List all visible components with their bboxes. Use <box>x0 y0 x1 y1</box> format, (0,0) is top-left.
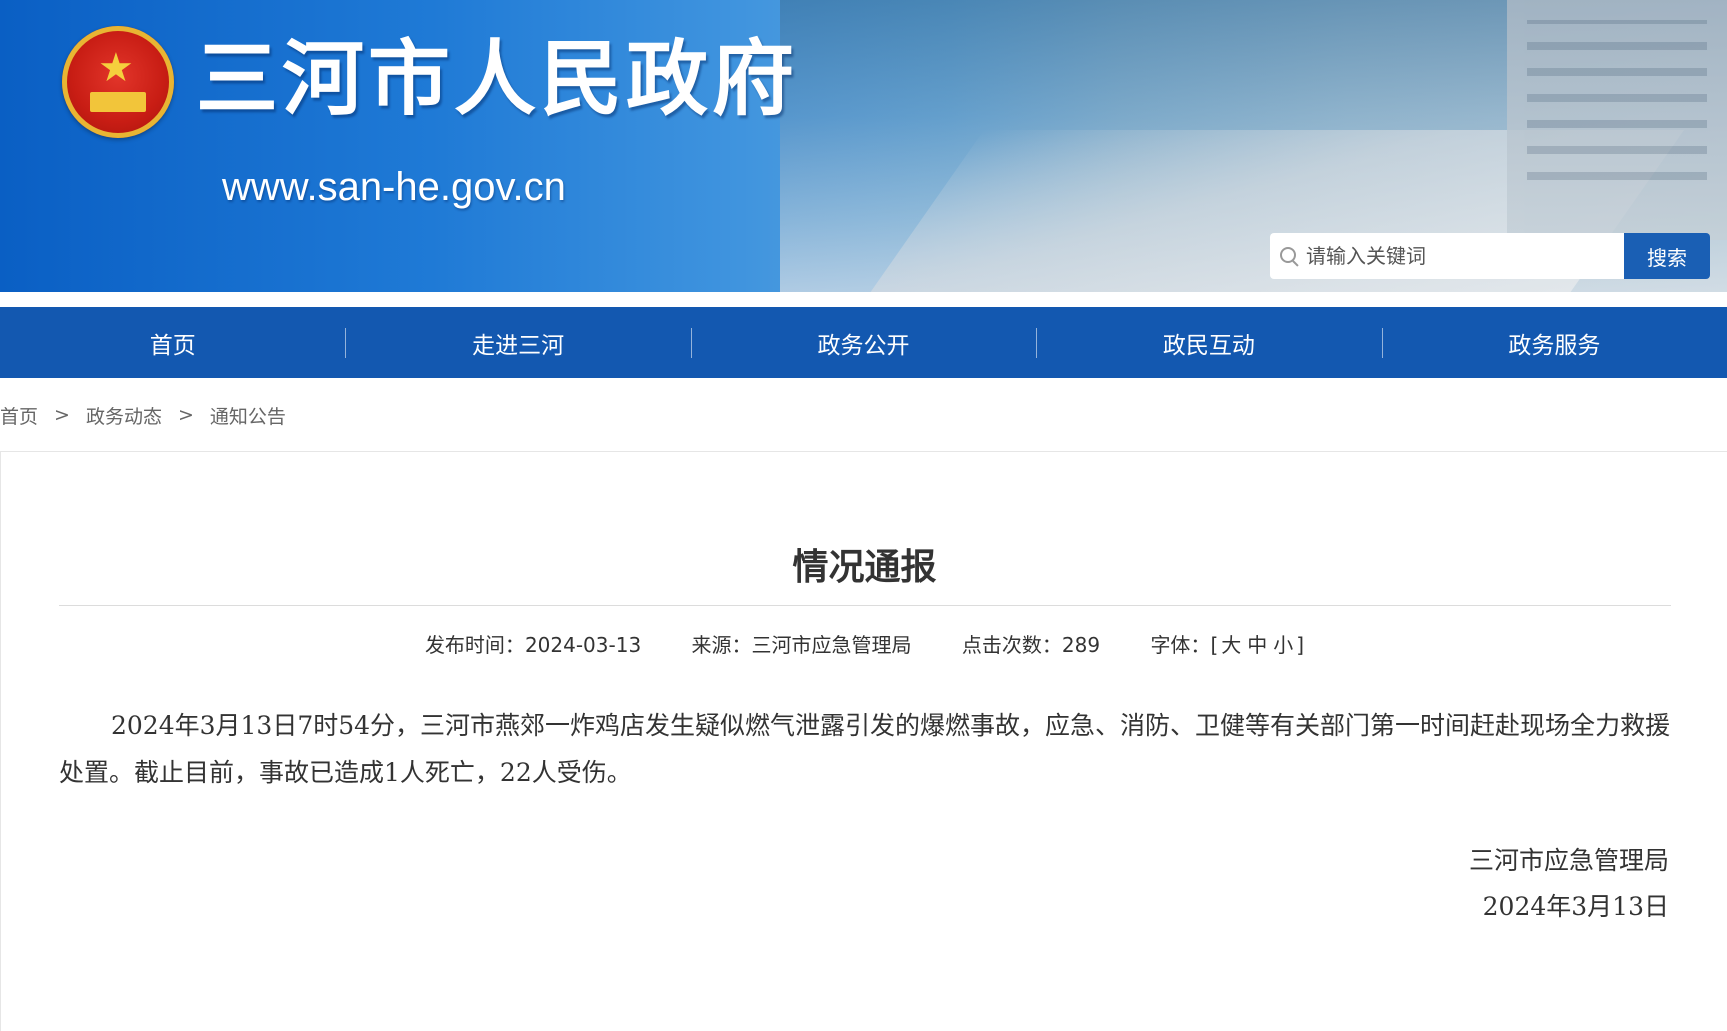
nav-item-interaction[interactable]: 政民互动 <box>1036 307 1381 378</box>
breadcrumb-notices[interactable]: 通知公告 <box>210 402 286 429</box>
nav-item-home[interactable]: 首页 <box>0 307 345 378</box>
click-count-label: 点击次数： <box>961 633 1062 657</box>
site-url: www.san-he.gov.cn <box>222 165 566 209</box>
nav-item-about-sanhe[interactable]: 走进三河 <box>345 307 690 378</box>
breadcrumb: 首页 > 政务动态 > 通知公告 <box>0 398 286 432</box>
national-emblem-icon: ★ <box>62 26 174 138</box>
font-bracket-close: ] <box>1296 633 1305 657</box>
signature-date: 2024年3月13日 <box>1482 892 1669 921</box>
search-bar: 搜索 <box>1270 233 1710 279</box>
font-size-label: 字体： <box>1150 633 1211 657</box>
main-nav: 首页 走进三河 政务公开 政民互动 政务服务 <box>0 307 1727 378</box>
search-icon <box>1280 247 1298 265</box>
font-size-small-button[interactable]: 小 <box>1273 633 1293 657</box>
breadcrumb-gov-news[interactable]: 政务动态 <box>86 402 162 429</box>
breadcrumb-separator: > <box>54 404 70 426</box>
search-box <box>1270 233 1624 279</box>
nav-item-gov-services[interactable]: 政务服务 <box>1381 307 1727 378</box>
signature-org: 三河市应急管理局 <box>1468 846 1669 875</box>
gate-icon <box>90 92 146 112</box>
font-size-large-button[interactable]: 大 <box>1221 633 1241 657</box>
click-count: 289 <box>1061 633 1101 657</box>
font-size-control: 字体：[大中小] <box>1150 633 1304 657</box>
article-body: 2024年3月13日7时54分，三河市燕郊一炸鸡店发生疑似燃气泄露引发的爆燃事故… <box>59 711 1671 787</box>
source-info: 来源：三河市应急管理局 <box>692 633 912 657</box>
site-title[interactable]: 三河市人民政府 <box>196 30 798 130</box>
nav-item-gov-affairs-open[interactable]: 政务公开 <box>690 307 1036 378</box>
publish-date: 2024-03-13 <box>524 633 642 657</box>
star-icon: ★ <box>98 45 134 91</box>
source-value: 三河市应急管理局 <box>751 633 912 657</box>
title-divider <box>59 605 1671 606</box>
search-input[interactable] <box>1304 243 1608 269</box>
banner-building-image <box>1507 0 1727 240</box>
breadcrumb-separator: > <box>177 404 194 426</box>
article-signature: 三河市应急管理局 2024年3月13日 <box>1469 838 1669 930</box>
breadcrumb-home[interactable]: 首页 <box>0 402 38 429</box>
click-count-info: 点击次数：289 <box>962 633 1100 657</box>
publish-label: 发布时间： <box>424 633 525 657</box>
font-bracket-open: [ <box>1210 633 1219 657</box>
search-button[interactable]: 搜索 <box>1624 233 1710 279</box>
source-label: 来源： <box>691 633 752 657</box>
publish-info: 发布时间：2024-03-13 <box>425 633 641 657</box>
article-title: 情况通报 <box>792 547 937 588</box>
article-meta: 发布时间：2024-03-13 来源：三河市应急管理局 点击次数：289 字体：… <box>1 629 1727 658</box>
font-size-medium-button[interactable]: 中 <box>1247 633 1267 657</box>
article: 情况通报 发布时间：2024-03-13 来源：三河市应急管理局 点击次数：28… <box>0 452 1727 1031</box>
header-banner: ★ 三河市人民政府 www.san-he.gov.cn 搜索 <box>0 0 1727 292</box>
